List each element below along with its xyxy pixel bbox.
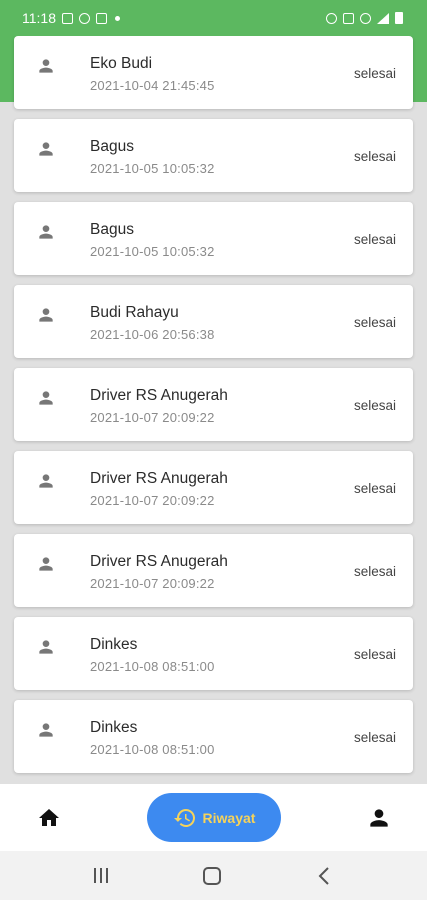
person-icon bbox=[39, 308, 53, 322]
blocked-icon bbox=[360, 12, 371, 24]
history-datetime: 2021-10-06 20:56:38 bbox=[90, 327, 215, 342]
image-icon bbox=[62, 12, 73, 24]
history-status: selesai bbox=[353, 564, 396, 579]
history-datetime: 2021-10-07 20:09:22 bbox=[90, 576, 215, 591]
system-home-icon[interactable] bbox=[203, 867, 221, 885]
history-card[interactable]: Driver RS Anugerah 2021-10-07 20:09:22 sel… bbox=[14, 368, 413, 441]
history-status: selesai bbox=[353, 232, 396, 247]
system-nav-bar bbox=[0, 851, 427, 900]
alarm-icon bbox=[326, 12, 337, 24]
mute-icon bbox=[343, 12, 354, 24]
history-name: Budi Rahayu bbox=[90, 304, 179, 321]
bottom-nav: Riwayat bbox=[0, 784, 427, 851]
person-icon bbox=[39, 640, 53, 654]
riwayat-label: Riwayat bbox=[202, 809, 256, 826]
history-card[interactable]: Dinkes 2021-10-08 08:51:00 selesai bbox=[14, 617, 413, 690]
history-icon bbox=[173, 808, 195, 827]
history-datetime: 2021-10-08 08:51:00 bbox=[90, 659, 215, 674]
history-name: Driver RS Anugerah bbox=[90, 387, 228, 404]
history-datetime: 2021-10-05 10:05:32 bbox=[90, 244, 215, 259]
history-card[interactable]: Budi Rahayu 2021-10-06 20:56:38 selesai bbox=[14, 285, 413, 358]
history-name: Driver RS Anugerah bbox=[90, 553, 228, 570]
person-icon bbox=[39, 723, 53, 737]
battery-icon bbox=[395, 12, 403, 24]
history-card[interactable]: Driver RS Anugerah 2021-10-07 20:09:22 sel… bbox=[14, 534, 413, 607]
person-icon bbox=[39, 474, 53, 488]
person-icon bbox=[39, 142, 53, 156]
history-card[interactable]: Bagus 2021-10-05 10:05:32 selesai bbox=[14, 119, 413, 192]
person-icon bbox=[39, 391, 53, 405]
history-list[interactable]: Eko Budi 2021-10-04 21:45:45 selesai Bagus 2… bbox=[0, 36, 427, 784]
riwayat-button[interactable]: Riwayat bbox=[147, 793, 281, 842]
back-icon[interactable] bbox=[317, 867, 331, 885]
dot-icon bbox=[115, 15, 120, 21]
history-status: selesai bbox=[353, 149, 396, 164]
history-status: selesai bbox=[353, 730, 396, 745]
person-icon bbox=[39, 59, 53, 73]
history-status: selesai bbox=[353, 481, 396, 496]
history-name: Bagus bbox=[90, 138, 134, 155]
history-name: Bagus bbox=[90, 221, 134, 238]
person-icon bbox=[39, 557, 53, 571]
instagram-icon bbox=[96, 12, 107, 24]
status-time: 11:18 bbox=[22, 10, 56, 26]
history-card[interactable]: Dinkes 2021-10-08 08:51:00 selesai bbox=[14, 700, 413, 773]
history-datetime: 2021-10-08 08:51:00 bbox=[90, 742, 215, 757]
history-datetime: 2021-10-05 10:05:32 bbox=[90, 161, 215, 176]
history-card[interactable]: Bagus 2021-10-05 10:05:32 selesai bbox=[14, 202, 413, 275]
history-datetime: 2021-10-04 21:45:45 bbox=[90, 78, 215, 93]
history-status: selesai bbox=[353, 647, 396, 662]
history-name: Dinkes bbox=[90, 636, 138, 653]
history-name: Dinkes bbox=[90, 719, 138, 736]
status-bar: 11:18 bbox=[0, 0, 427, 36]
history-datetime: 2021-10-07 20:09:22 bbox=[90, 493, 215, 508]
home-icon[interactable] bbox=[36, 806, 62, 830]
signal-icon bbox=[377, 12, 389, 24]
history-status: selesai bbox=[353, 315, 396, 330]
person-icon bbox=[39, 225, 53, 239]
history-datetime: 2021-10-07 20:09:22 bbox=[90, 410, 215, 425]
history-card[interactable]: Driver RS Anugerah 2021-10-07 20:09:22 sel… bbox=[14, 451, 413, 524]
history-name: Driver RS Anugerah bbox=[90, 470, 228, 487]
recents-icon[interactable] bbox=[92, 868, 110, 883]
person-icon[interactable] bbox=[366, 805, 392, 831]
whatsapp-icon bbox=[79, 12, 90, 24]
history-status: selesai bbox=[353, 66, 396, 81]
history-name: Eko Budi bbox=[90, 55, 153, 72]
history-status: selesai bbox=[353, 398, 396, 413]
history-card[interactable]: Eko Budi 2021-10-04 21:45:45 selesai bbox=[14, 36, 413, 109]
